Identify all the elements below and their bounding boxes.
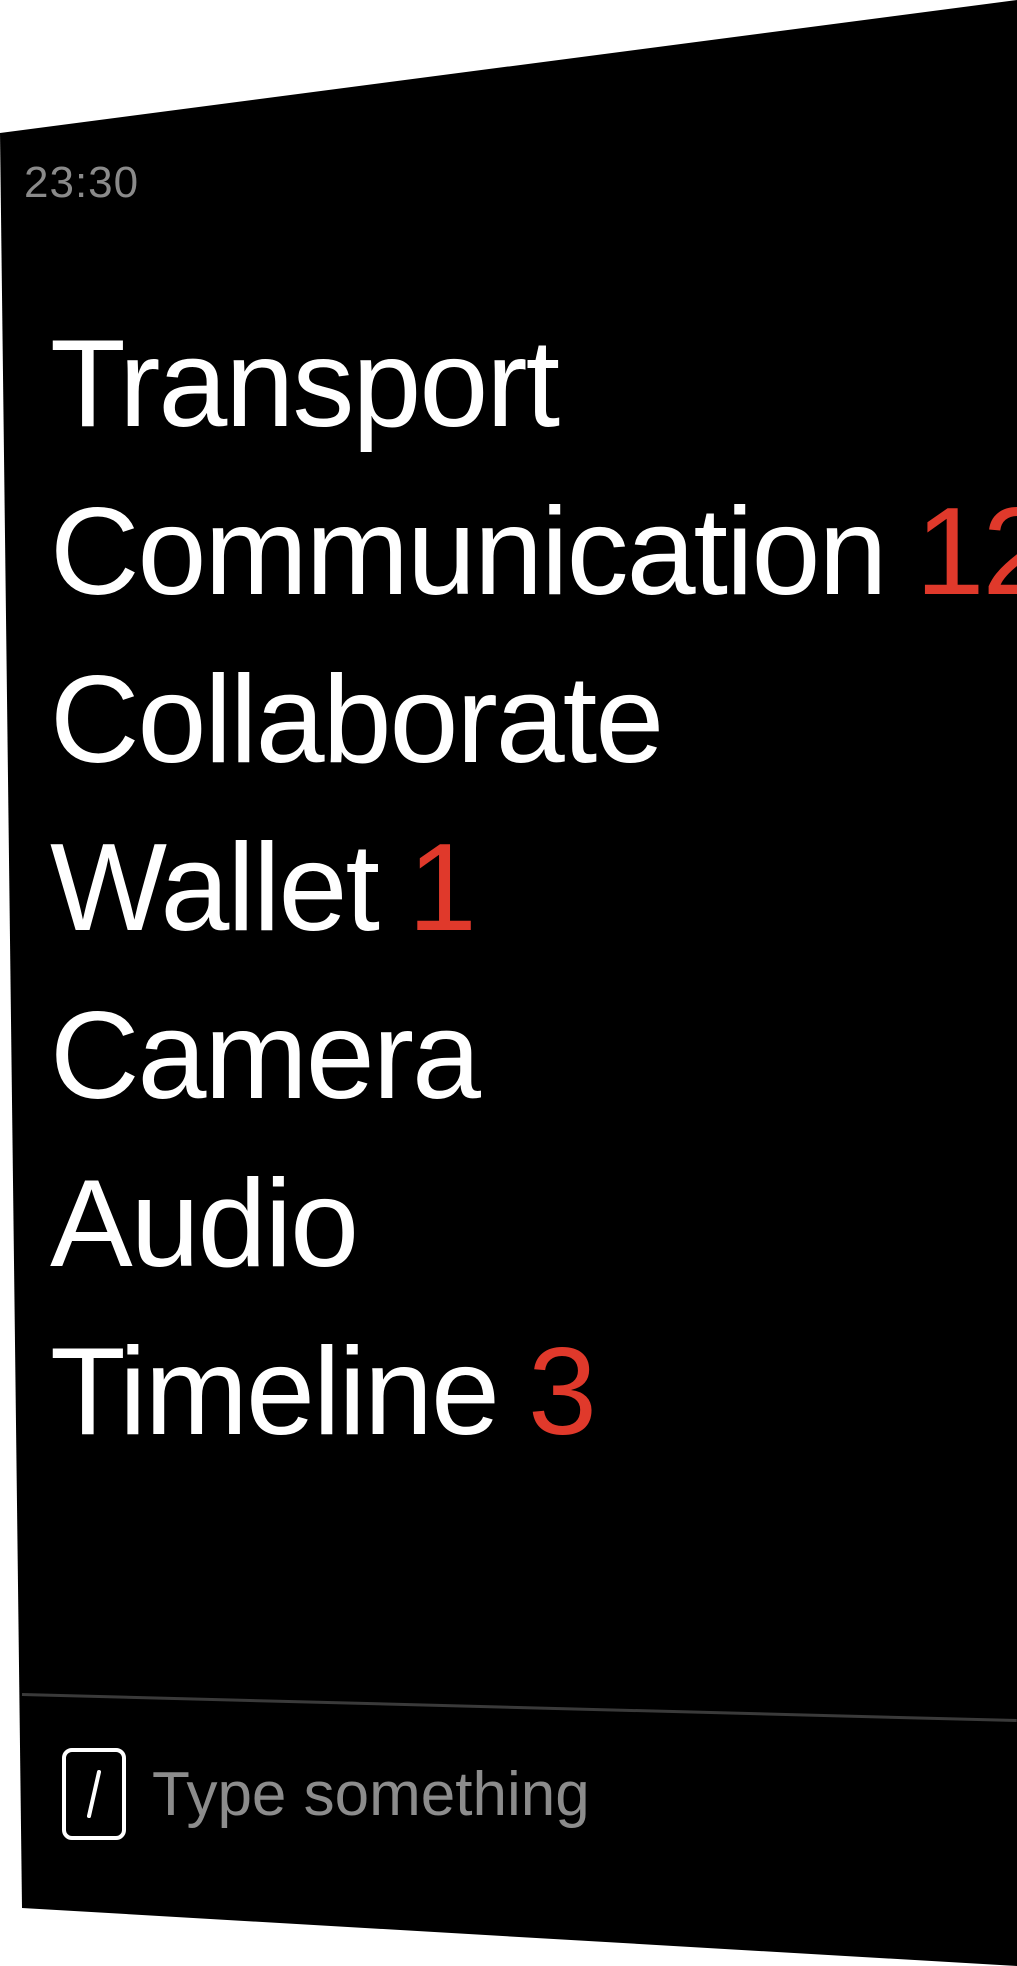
watch-screen: 23:30 Transport Communication 12 Collabo… [0,0,1017,1966]
divider [21,1693,1017,1723]
menu-item-label: Audio [50,1155,359,1293]
slash-key-icon[interactable] [62,1748,126,1840]
menu-item-label: Communication [50,483,887,621]
menu-item-label: Timeline [50,1323,500,1461]
command-input[interactable] [152,1754,752,1834]
app-menu: Transport Communication 12 Collaborate W… [50,300,1017,1476]
notification-badge: 3 [527,1323,597,1461]
notification-badge: 12 [915,483,1017,621]
menu-item-collaborate[interactable]: Collaborate [50,636,1017,804]
status-time: 23:30 [24,158,140,207]
command-bar [62,1748,752,1840]
menu-item-communication[interactable]: Communication 12 [50,468,1017,636]
menu-item-camera[interactable]: Camera [50,972,1017,1140]
menu-item-label: Collaborate [50,651,664,789]
menu-item-transport[interactable]: Transport [50,300,1017,468]
menu-item-label: Wallet [50,819,380,957]
notification-badge: 1 [407,819,477,957]
menu-item-audio[interactable]: Audio [50,1140,1017,1308]
menu-item-wallet[interactable]: Wallet 1 [50,804,1017,972]
menu-item-label: Transport [50,315,560,453]
menu-item-timeline[interactable]: Timeline 3 [50,1308,1017,1476]
menu-item-label: Camera [50,987,481,1125]
